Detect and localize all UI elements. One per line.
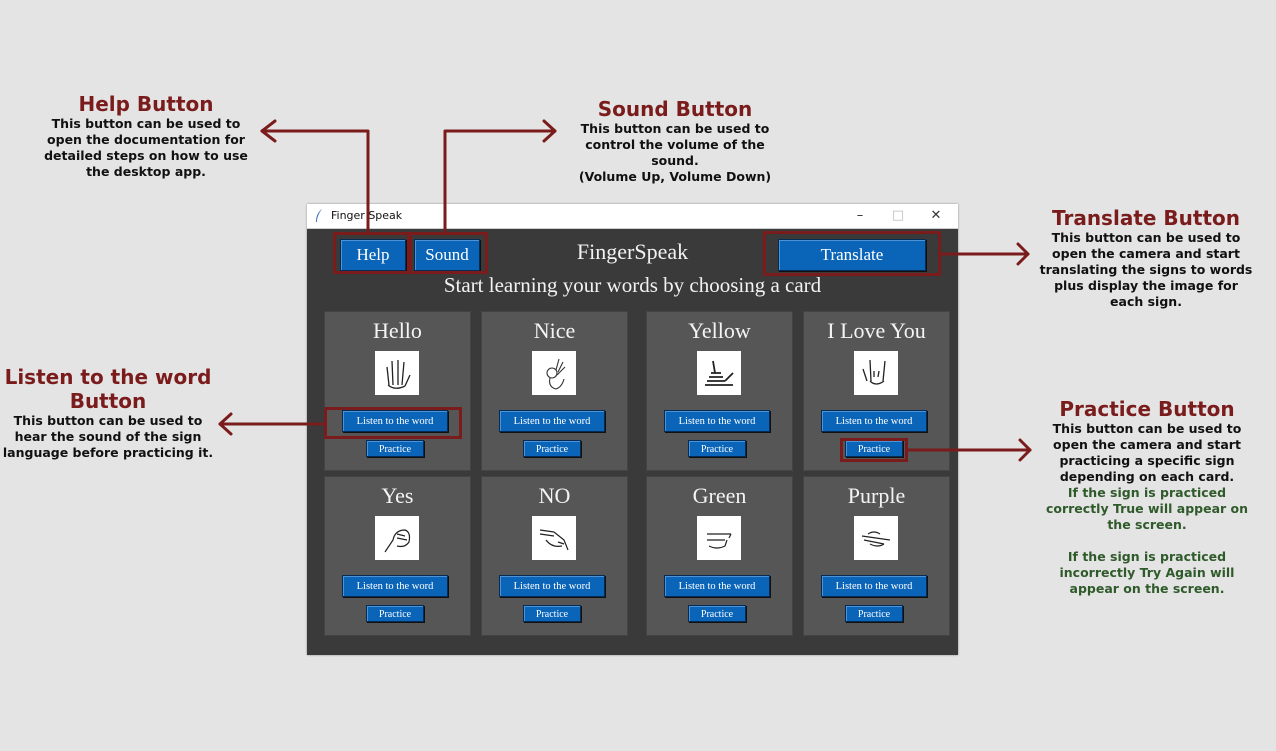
practice-annotation-note-correct: If the sign is practiced correctly True … [1045, 485, 1249, 532]
listen-annotation-desc: This button can be used to hear the soun… [2, 413, 214, 460]
listen-button[interactable]: Listen to the word [499, 410, 605, 432]
word-card-hello: Hello Listen to the word Practice [324, 311, 471, 471]
feather-icon [316, 209, 322, 222]
listen-annotation: Listen to the word Button This button ca… [2, 365, 214, 461]
practice-highlight [840, 438, 908, 462]
sound-annotation-title: Sound Button [597, 97, 753, 121]
practice-annotation: Practice Button This button can be used … [1036, 397, 1258, 597]
practice-button[interactable]: Practice [845, 605, 903, 622]
word-card-yes: Yes Listen to the word Practice [324, 476, 471, 636]
open-hand-icon [375, 351, 419, 395]
listen-button[interactable]: Listen to the word [342, 575, 448, 597]
help-annotation-desc: This button can be used to open the docu… [44, 116, 248, 179]
listen-button[interactable]: Listen to the word [821, 410, 927, 432]
ok-hand-icon [532, 351, 576, 395]
window-title: Finger Speak [331, 209, 403, 222]
sound-annotation-desc-2: (Volume Up, Volume Down) [578, 169, 772, 184]
sound-annotation-desc: This button can be used to control the v… [580, 121, 770, 168]
word-card-purple: Purple Listen to the word Practice [803, 476, 950, 636]
no-hand-icon [532, 516, 576, 560]
card-word: Hello [373, 318, 422, 343]
y-hand-icon [697, 351, 741, 395]
listen-button[interactable]: Listen to the word [664, 575, 770, 597]
word-card-yellow: Yellow Listen to the word Practice [646, 311, 793, 471]
listen-button[interactable]: Listen to the word [664, 410, 770, 432]
card-word: Green [692, 483, 747, 508]
translate-highlight [763, 231, 941, 276]
practice-button[interactable]: Practice [523, 605, 581, 622]
practice-annotation-desc: This button can be used to open the came… [1052, 421, 1242, 484]
g-hand-icon [697, 516, 741, 560]
practice-button[interactable]: Practice [523, 440, 581, 457]
practice-button[interactable]: Practice [366, 605, 424, 622]
practice-annotation-title: Practice Button [1059, 397, 1235, 421]
sound-annotation: Sound Button This button can be used to … [560, 97, 790, 185]
listen-annotation-title: Listen to the word Button [4, 365, 212, 413]
word-card-nice: Nice Listen to the word Practice [481, 311, 628, 471]
listen-highlight [324, 407, 462, 439]
help-highlight [333, 232, 410, 274]
maximize-button[interactable]: □ [883, 206, 913, 226]
help-annotation: Help Button This button can be used to o… [36, 92, 256, 180]
card-word: I Love You [827, 318, 926, 343]
card-word: Yellow [688, 318, 751, 343]
word-card-no: NO Listen to the word Practice [481, 476, 628, 636]
card-word: Nice [533, 318, 576, 343]
practice-annotation-note-incorrect: If the sign is practiced incorrectly Try… [1059, 549, 1235, 596]
translate-annotation-desc: This button can be used to open the came… [1039, 230, 1253, 309]
translate-annotation: Translate Button This button can be used… [1036, 206, 1256, 310]
practice-button[interactable]: Practice [688, 605, 746, 622]
card-word: NO [538, 483, 571, 508]
translate-annotation-title: Translate Button [1052, 206, 1240, 230]
p-hand-icon [854, 516, 898, 560]
close-button[interactable]: ✕ [921, 206, 951, 226]
word-card-green: Green Listen to the word Practice [646, 476, 793, 636]
card-word: Purple [847, 483, 906, 508]
sound-highlight [409, 232, 488, 274]
practice-button[interactable]: Practice [366, 440, 424, 457]
practice-button[interactable]: Practice [688, 440, 746, 457]
ily-hand-icon [854, 351, 898, 395]
minimize-button[interactable]: – [845, 206, 875, 226]
fist-hand-icon [375, 516, 419, 560]
app-subtitle: Start learning your words by choosing a … [443, 273, 822, 297]
window-titlebar[interactable]: Finger Speak – □ ✕ [307, 204, 958, 229]
help-annotation-title: Help Button [78, 92, 214, 116]
listen-button[interactable]: Listen to the word [821, 575, 927, 597]
listen-button[interactable]: Listen to the word [499, 575, 605, 597]
card-word: Yes [381, 483, 414, 508]
